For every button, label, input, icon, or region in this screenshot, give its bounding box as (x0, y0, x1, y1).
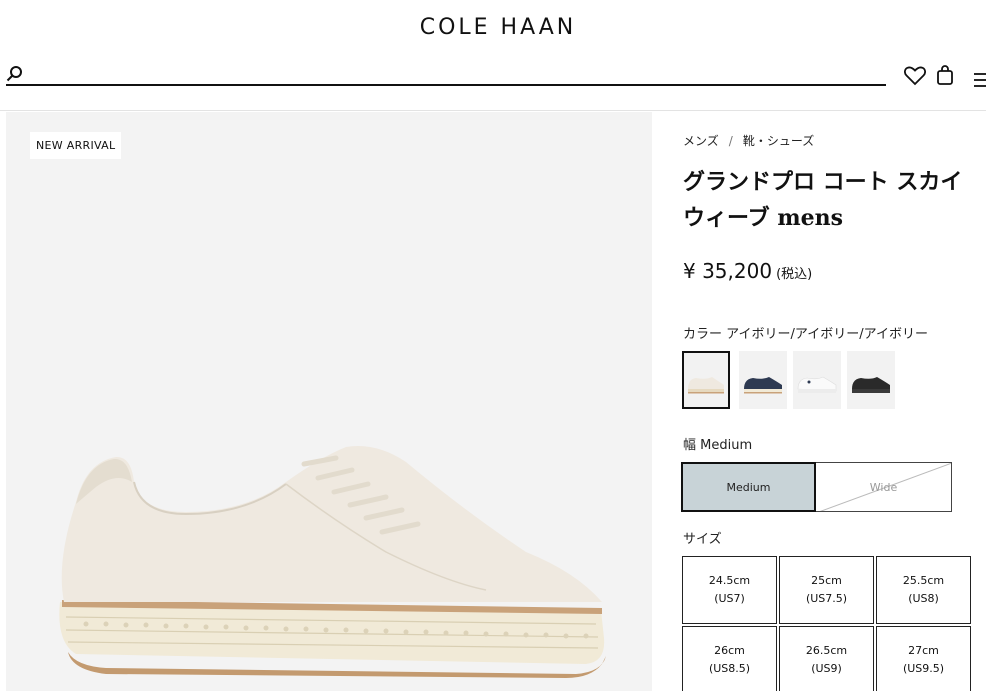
size-cm: 25cm (811, 574, 842, 587)
size-option-26-5[interactable]: 26.5cm (US9) (779, 626, 874, 691)
color-swatch-black[interactable] (847, 351, 895, 409)
color-swatch-ivory[interactable] (682, 351, 730, 409)
size-us: (US8) (908, 592, 939, 605)
size-us: (US9.5) (902, 662, 945, 675)
new-arrival-badge: NEW ARRIVAL (30, 132, 122, 159)
size-option-24-5[interactable]: 24.5cm (US7) (682, 556, 777, 624)
color-swatch-navy[interactable] (739, 351, 787, 409)
swatch-shoe-white-icon (797, 376, 837, 393)
size-cm: 27cm (908, 644, 939, 657)
width-option-medium-label: Medium (726, 480, 771, 494)
width-option-wide[interactable]: Wide (816, 462, 952, 512)
size-option-27[interactable]: 27cm (US9.5) (876, 626, 971, 691)
size-cm: 25.5cm (902, 574, 945, 587)
size-us: (US8.5) (708, 662, 751, 675)
product-title-line2: ウィーブ mens (683, 205, 843, 231)
width-option-medium[interactable]: Medium (681, 462, 816, 512)
size-option-25-5[interactable]: 25.5cm (US8) (876, 556, 971, 624)
shoe-illustration (59, 446, 606, 678)
swatch-shoe-ivory-icon (688, 377, 724, 394)
breadcrumb-separator: / (728, 134, 733, 148)
product-price: ¥ 35,200 (税込) (683, 259, 812, 283)
tax-note: (税込) (776, 267, 813, 282)
breadcrumb: メンズ / 靴・シューズ (683, 132, 814, 149)
width-label: 幅 Medium (683, 438, 753, 453)
product-title: グランドプロ コート スカイ ウィーブ mens (683, 164, 986, 236)
product-image[interactable]: NEW ARRIVAL (6, 112, 652, 691)
width-option-wide-label: Wide (869, 480, 898, 494)
product-info-panel: メンズ / 靴・シューズ グランドプロ コート スカイ ウィーブ mens ¥ 35… (681, 0, 986, 691)
swatch-shoe-black-icon (852, 377, 890, 393)
size-cm: 24.5cm (708, 574, 751, 587)
swatch-shoe-navy-icon (744, 377, 782, 394)
search-icon[interactable] (6, 65, 24, 83)
price-value: ¥ 35,200 (683, 259, 773, 283)
color-swatch-white[interactable] (793, 351, 841, 409)
breadcrumb-item-mens[interactable]: メンズ (683, 134, 719, 148)
size-us: (US9) (811, 662, 842, 675)
product-title-line1: グランドプロ コート スカイ (683, 169, 963, 195)
size-cm: 26.5cm (805, 644, 848, 657)
size-option-25[interactable]: 25cm (US7.5) (779, 556, 874, 624)
color-label: カラー アイボリー/アイボリー/アイボリー (683, 327, 928, 342)
size-option-26[interactable]: 26cm (US8.5) (682, 626, 777, 691)
size-label: サイズ (683, 532, 722, 547)
size-us: (US7) (714, 592, 745, 605)
breadcrumb-item-shoes[interactable]: 靴・シューズ (743, 134, 814, 148)
size-cm: 26cm (714, 644, 745, 657)
size-us: (US7.5) (805, 592, 848, 605)
